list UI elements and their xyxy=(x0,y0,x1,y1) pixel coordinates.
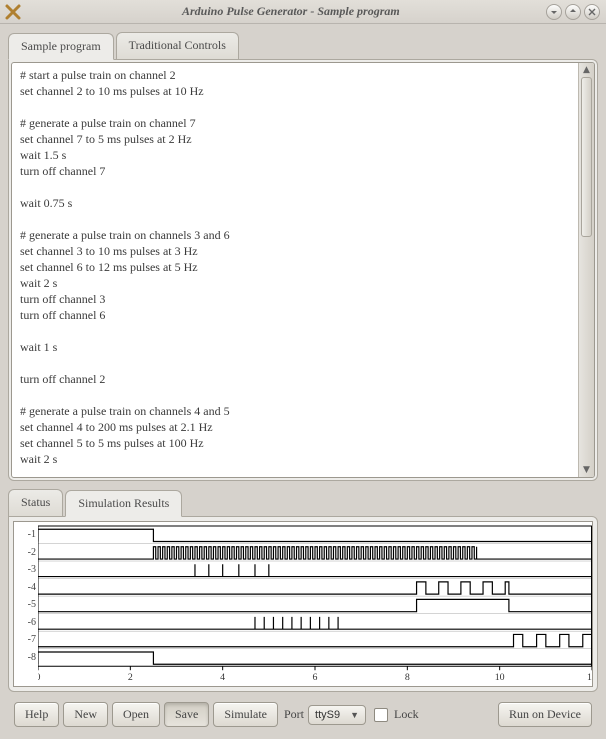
toolbar: Help New Open Save Simulate Port ttyS9 ▼… xyxy=(8,698,598,731)
svg-text:4: 4 xyxy=(220,672,225,683)
chevron-down-icon: ▼ xyxy=(350,710,359,720)
lower-tabs: Status Simulation Results xyxy=(8,489,598,516)
tab-status[interactable]: Status xyxy=(8,489,63,516)
scroll-down-icon[interactable]: ▼ xyxy=(579,463,594,477)
svg-text:10: 10 xyxy=(495,672,505,683)
save-button[interactable]: Save xyxy=(164,702,209,727)
main-tabs: Sample program Traditional Controls xyxy=(8,32,598,59)
port-label: Port xyxy=(284,707,304,722)
svg-text:0: 0 xyxy=(38,672,41,683)
simulate-button[interactable]: Simulate xyxy=(213,702,278,727)
tab-simulation-results[interactable]: Simulation Results xyxy=(65,490,182,517)
scroll-up-icon[interactable]: ▲ xyxy=(579,63,594,77)
editor-scrollbar[interactable]: ▲ ▼ xyxy=(578,63,594,477)
window-title: Arduino Pulse Generator - Sample program xyxy=(182,4,400,19)
scroll-thumb[interactable] xyxy=(581,77,592,237)
run-on-device-button[interactable]: Run on Device xyxy=(498,702,592,727)
new-button[interactable]: New xyxy=(63,702,108,727)
lock-label: Lock xyxy=(394,707,419,722)
maximize-button[interactable] xyxy=(565,4,581,20)
svg-text:6: 6 xyxy=(313,672,318,683)
simulation-plot: 0 2 4 6 8 10 12 xyxy=(38,522,592,686)
tab-traditional-controls[interactable]: Traditional Controls xyxy=(116,32,239,59)
code-editor[interactable]: # start a pulse train on channel 2 set c… xyxy=(12,63,578,477)
close-button[interactable] xyxy=(584,4,600,20)
help-button[interactable]: Help xyxy=(14,702,59,727)
svg-text:2: 2 xyxy=(128,672,133,683)
simulation-panel: -1-2-3-4-5-6-7-8 0 2 4 6 8 10 12 xyxy=(8,516,598,692)
editor-panel: # start a pulse train on channel 2 set c… xyxy=(8,59,598,481)
app-icon xyxy=(4,3,22,21)
open-button[interactable]: Open xyxy=(112,702,160,727)
minimize-button[interactable] xyxy=(546,4,562,20)
sim-y-axis: -1-2-3-4-5-6-7-8 xyxy=(14,522,38,686)
port-value: ttyS9 xyxy=(315,709,340,721)
svg-text:8: 8 xyxy=(405,672,410,683)
lock-checkbox[interactable] xyxy=(374,708,388,722)
tab-sample-program[interactable]: Sample program xyxy=(8,33,114,60)
port-select[interactable]: ttyS9 ▼ xyxy=(308,705,366,725)
svg-text:12: 12 xyxy=(587,672,592,683)
